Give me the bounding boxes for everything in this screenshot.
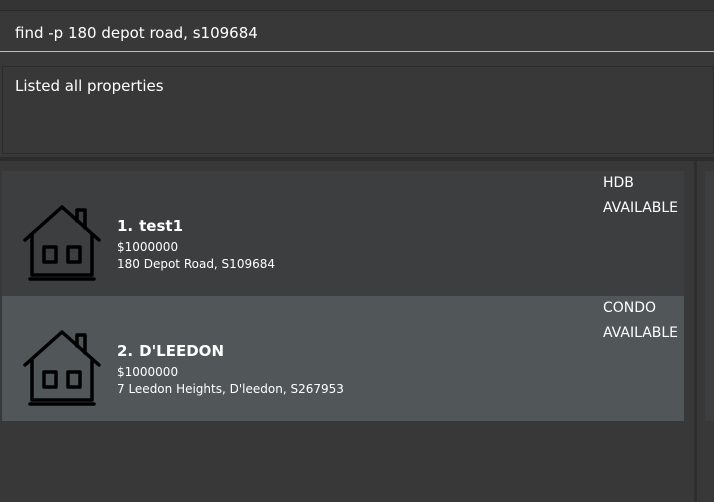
property-index: 2. (117, 342, 134, 360)
secondary-panel-card[interactable] (705, 171, 714, 421)
menu-bar (0, 0, 714, 11)
command-input[interactable]: find -p 180 depot road, s109684 (15, 24, 258, 42)
property-name: test1 (139, 217, 184, 235)
command-box[interactable]: find -p 180 depot road, s109684 (0, 12, 714, 52)
property-address: 180 Depot Road, S109684 (117, 257, 275, 271)
house-icon (23, 205, 101, 281)
app-window: find -p 180 depot road, s109684 Listed a… (0, 0, 714, 502)
house-icon (23, 330, 101, 406)
property-index: 1. (117, 217, 134, 235)
property-card[interactable]: 1. test1 $1000000 180 Depot Road, S109684… (2, 171, 684, 296)
property-name: D'LEEDON (139, 342, 224, 360)
property-address: 7 Leedon Heights, D'leedon, S267953 (117, 382, 344, 396)
property-status-tag: AVAILABLE (603, 200, 679, 216)
property-list-panel[interactable]: 1. test1 $1000000 180 Depot Road, S109684… (0, 161, 714, 502)
property-price: $1000000 (117, 365, 179, 379)
result-message: Listed all properties (15, 77, 164, 95)
property-type-tag: CONDO (603, 300, 657, 316)
list-gutter (684, 161, 694, 502)
property-status-tag: AVAILABLE (603, 325, 679, 341)
property-title: 1. test1 (117, 217, 183, 235)
property-card-selected[interactable]: 2. D'LEEDON $1000000 7 Leedon Heights, D'… (2, 296, 684, 421)
result-display: Listed all properties (2, 66, 714, 154)
property-price: $1000000 (117, 240, 179, 254)
property-type-tag: HDB (603, 175, 634, 191)
property-title: 2. D'LEEDON (117, 342, 224, 360)
